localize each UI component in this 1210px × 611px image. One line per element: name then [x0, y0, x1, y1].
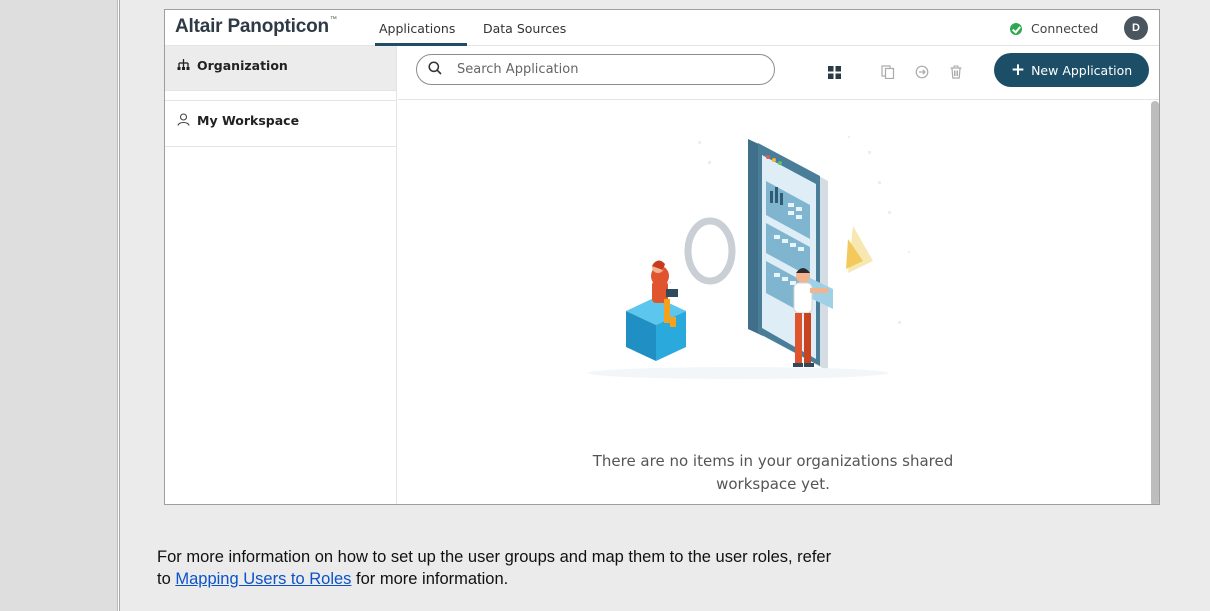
sidebar-item-my-workspace[interactable]: My Workspace: [165, 100, 396, 147]
new-application-button[interactable]: + New Application: [994, 53, 1149, 87]
plus-icon: +: [1010, 59, 1026, 80]
top-navigation-bar: Altair Panopticon™ Applications Data Sou…: [165, 10, 1159, 46]
connection-status: Connected: [1031, 21, 1099, 36]
move-icon[interactable]: [915, 65, 929, 79]
search-icon: [428, 61, 442, 75]
trash-icon[interactable]: [949, 65, 963, 79]
sidebar-item-organization[interactable]: Organization: [165, 46, 396, 91]
mapping-users-to-roles-link[interactable]: Mapping Users to Roles: [175, 570, 351, 588]
empty-state-message: There are no items in your organizations…: [592, 452, 954, 493]
empty-state-illustration: [548, 121, 988, 396]
connected-check-icon: [1010, 23, 1022, 35]
applications-content: There are no items in your organizations…: [398, 101, 1149, 504]
grid-view-icon[interactable]: [828, 66, 841, 79]
new-application-label: New Application: [1031, 62, 1133, 78]
app-screenshot: Altair Panopticon™ Applications Data Sou…: [164, 9, 1160, 505]
tab-applications[interactable]: Applications: [379, 21, 455, 36]
applications-toolbar: + New Application: [398, 46, 1159, 100]
user-icon: [177, 113, 190, 129]
tab-data-sources[interactable]: Data Sources: [483, 21, 566, 36]
organization-icon: [177, 58, 190, 74]
copy-icon[interactable]: [881, 65, 895, 80]
document-margin: [0, 0, 118, 611]
sidebar-item-label: My Workspace: [197, 113, 300, 128]
user-avatar[interactable]: D: [1124, 16, 1148, 40]
sidebar: Organization My Workspace: [165, 46, 397, 504]
app-logo: Altair Panopticon™: [175, 16, 337, 37]
sidebar-item-label: Organization: [197, 58, 288, 73]
search-input[interactable]: [416, 54, 775, 85]
footnote-paragraph: For more information on how to set up th…: [157, 548, 832, 588]
content-scrollbar[interactable]: [1151, 101, 1159, 504]
